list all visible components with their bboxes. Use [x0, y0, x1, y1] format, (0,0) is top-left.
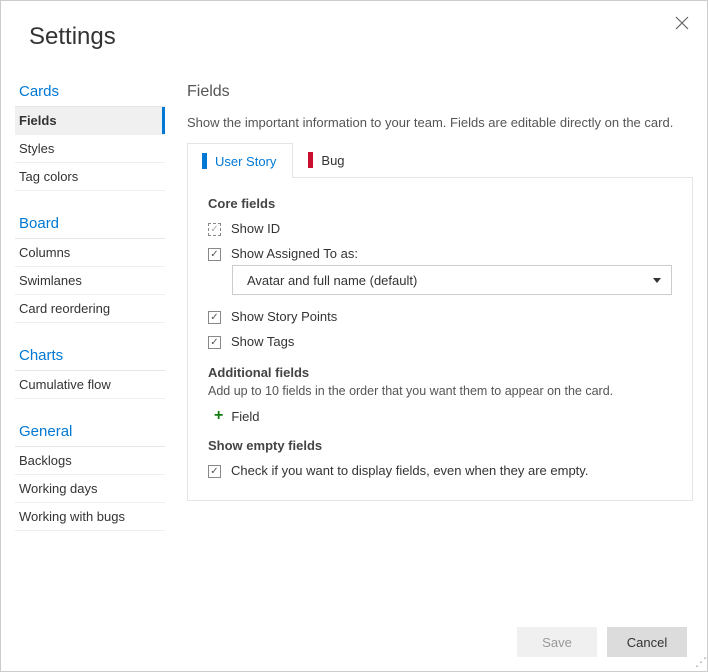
tab-bug[interactable]: Bug [293, 142, 361, 177]
show-story-points-label: Show Story Points [231, 309, 337, 324]
chevron-down-icon [653, 278, 661, 283]
sidebar-item-fields[interactable]: Fields [15, 107, 165, 135]
checkbox-show-tags[interactable]: ✓ [208, 336, 221, 349]
settings-dialog: Settings Cards Fields Styles Tag colors … [0, 0, 708, 672]
sidebar-item-swimlanes[interactable]: Swimlanes [15, 267, 165, 295]
sidebar-item-card-reordering[interactable]: Card reordering [15, 295, 165, 323]
section-description: Show the important information to your t… [187, 115, 693, 130]
tabstrip: User Story Bug [187, 142, 693, 178]
show-empty-fields-label: Check if you want to display fields, eve… [231, 463, 588, 478]
show-id-label: Show ID [231, 221, 280, 236]
section-heading: Fields [187, 83, 693, 101]
tab-label: Bug [321, 153, 344, 168]
cancel-button[interactable]: Cancel [607, 627, 687, 657]
sidebar-item-working-days[interactable]: Working days [15, 475, 165, 503]
tab-label: User Story [215, 154, 276, 169]
plus-icon: + [214, 408, 223, 424]
tab-color-bar [308, 152, 313, 168]
resize-grip-icon: ⋰ [695, 655, 705, 669]
sidebar: Cards Fields Styles Tag colors Board Col… [15, 83, 165, 531]
tab-user-story[interactable]: User Story [187, 143, 293, 178]
add-field-button[interactable]: + Field [214, 408, 672, 424]
empty-fields-heading: Show empty fields [208, 438, 672, 453]
show-tags-label: Show Tags [231, 334, 294, 349]
additional-fields-description: Add up to 10 fields in the order that yo… [208, 384, 672, 398]
sidebar-item-cumulative-flow[interactable]: Cumulative flow [15, 371, 165, 399]
sidebar-group-charts[interactable]: Charts [15, 339, 165, 371]
sidebar-group-general[interactable]: General [15, 415, 165, 447]
core-fields-heading: Core fields [208, 196, 672, 211]
main-panel: Fields Show the important information to… [165, 83, 693, 531]
dialog-footer: Save Cancel [517, 627, 687, 657]
assigned-to-select[interactable]: Avatar and full name (default) [232, 265, 672, 295]
close-icon[interactable] [675, 16, 689, 30]
sidebar-item-working-with-bugs[interactable]: Working with bugs [15, 503, 165, 531]
assigned-to-value: Avatar and full name (default) [247, 273, 417, 288]
sidebar-group-cards[interactable]: Cards [15, 83, 165, 107]
checkbox-show-assigned-to[interactable]: ✓ [208, 248, 221, 261]
sidebar-item-columns[interactable]: Columns [15, 239, 165, 267]
sidebar-item-backlogs[interactable]: Backlogs [15, 447, 165, 475]
additional-fields-heading: Additional fields [208, 365, 672, 380]
sidebar-item-tag-colors[interactable]: Tag colors [15, 163, 165, 191]
sidebar-item-styles[interactable]: Styles [15, 135, 165, 163]
tab-content: Core fields ✓ Show ID ✓ Show Assigned To… [187, 178, 693, 501]
show-assigned-to-label: Show Assigned To as: [231, 246, 358, 261]
sidebar-group-board[interactable]: Board [15, 207, 165, 239]
checkbox-show-story-points[interactable]: ✓ [208, 311, 221, 324]
save-button[interactable]: Save [517, 627, 597, 657]
add-field-label: Field [231, 409, 259, 424]
checkbox-show-empty-fields[interactable]: ✓ [208, 465, 221, 478]
dialog-title: Settings [1, 1, 707, 83]
checkbox-show-id[interactable]: ✓ [208, 223, 221, 236]
tab-color-bar [202, 153, 207, 169]
